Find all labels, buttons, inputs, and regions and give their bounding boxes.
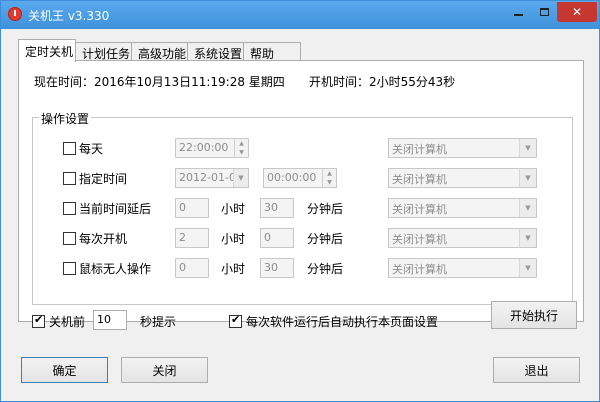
client-area: 定时关机 计划任务 高级功能 系统设置 帮助 现在时间：2016年10月13日1… [8,29,592,397]
operation-settings-group: 操作设置 每天 22:00:00 ▲ ▼ 关闭计算机 ▼ 指定时间 2012-0… [32,110,573,305]
on-boot-hours-value: 2 [179,231,186,244]
chevron-down-icon: ▼ [519,199,536,217]
main-window: 关机王 v3.330 ✕ 定时关机 计划任务 高级功能 系统设置 帮助 现在时间… [0,0,600,402]
notify-before-label: 关机前 [49,315,86,329]
minimize-button[interactable] [505,2,531,22]
maximize-icon [539,8,549,16]
chevron-down-icon: ▼ [519,229,536,247]
on-boot-checkbox[interactable] [63,232,76,245]
on-boot-minutes-unit: 分钟后 [307,232,344,246]
specific-action-select[interactable]: 关闭计算机 ▼ [388,168,537,188]
notify-seconds-input[interactable]: 10 [93,310,127,330]
specific-action-value: 关闭计算机 [392,173,447,186]
spin-up-icon: ▲ [327,170,332,177]
on-boot-hours-unit: 小时 [221,232,246,246]
chevron-down-icon: ▼ [233,169,248,187]
specific-time-spinner[interactable]: ▲ ▼ [322,169,336,187]
mouse-idle-action-select[interactable]: 关闭计算机 ▼ [388,258,537,278]
mouse-idle-hours-input[interactable]: 0 [175,258,209,278]
spin-down-icon: ▼ [239,149,244,156]
mouse-idle-minutes-value: 30 [264,261,278,274]
tab-timed-shutdown[interactable]: 定时关机 [18,39,76,62]
delay-hours-input[interactable]: 0 [175,198,209,218]
maximize-button[interactable] [531,2,557,22]
current-time-text: 现在时间：2016年10月13日11:19:28 星期四 [34,75,285,89]
window-title: 关机王 v3.330 [28,9,110,23]
specific-time-checkbox[interactable] [63,172,76,185]
delay-minutes-unit: 分钟后 [307,202,344,216]
mouse-idle-label: 鼠标无人操作 [79,262,152,276]
spin-up-icon: ▲ [239,140,244,147]
daily-time-spinner[interactable]: ▲ ▼ [234,139,248,157]
chevron-down-icon: ▼ [519,169,536,187]
notify-seconds-value: 10 [97,313,111,326]
on-boot-action-select[interactable]: 关闭计算机 ▼ [388,228,537,248]
start-button[interactable]: 开始执行 [491,301,577,329]
mouse-idle-hours-value: 0 [179,261,186,274]
mouse-idle-hours-unit: 小时 [221,262,246,276]
delay-minutes-input[interactable]: 30 [260,198,294,218]
chevron-down-icon: ▼ [519,259,536,277]
delay-label: 当前时间延后 [79,202,152,216]
delay-action-select[interactable]: 关闭计算机 ▼ [388,198,537,218]
daily-action-select[interactable]: 关闭计算机 ▼ [388,138,537,158]
title-bar[interactable]: 关机王 v3.330 ✕ [1,1,599,29]
uptime-text: 开机时间：2小时55分43秒 [309,75,456,89]
on-boot-action-value: 关闭计算机 [392,233,447,246]
daily-time-value: 22:00:00 [179,141,229,154]
specific-time-value: 00:00:00 [267,171,317,184]
close-window-button[interactable]: ✕ [557,2,597,22]
notify-before-checkbox[interactable] [32,313,45,328]
on-boot-label: 每次开机 [79,232,128,246]
autorun-label: 每次软件运行后自动执行本页面设置 [246,315,439,329]
exit-button[interactable]: 退出 [493,357,580,383]
mouse-idle-checkbox[interactable] [63,262,76,275]
on-boot-minutes-input[interactable]: 0 [260,228,294,248]
tab-panel: 现在时间：2016年10月13日11:19:28 星期四 开机时间：2小时55分… [18,60,584,330]
mouse-idle-minutes-input[interactable]: 30 [260,258,294,278]
minimize-icon [513,14,523,16]
spin-down-icon: ▼ [327,179,332,186]
delay-hours-unit: 小时 [221,202,246,216]
notify-seconds-suffix: 秒提示 [140,315,177,329]
group-title: 操作设置 [39,110,92,127]
delay-minutes-value: 30 [264,201,278,214]
mouse-idle-action-value: 关闭计算机 [392,263,447,276]
tab-help[interactable]: 帮助 [243,42,301,61]
daily-checkbox[interactable] [63,142,76,155]
ok-button[interactable]: 确定 [21,357,108,383]
on-boot-hours-input[interactable]: 2 [175,228,209,248]
tab-system-settings[interactable]: 系统设置 [187,42,244,61]
daily-label: 每天 [79,142,104,156]
delay-checkbox[interactable] [63,202,76,215]
mouse-idle-minutes-unit: 分钟后 [307,262,344,276]
close-button[interactable]: 关闭 [121,357,208,383]
on-boot-minutes-value: 0 [264,231,271,244]
delay-hours-value: 0 [179,201,186,214]
daily-action-value: 关闭计算机 [392,143,447,156]
specific-date-picker[interactable]: 2012-01-01 ▼ [175,168,249,188]
specific-time-label: 指定时间 [79,172,128,186]
close-icon: ✕ [571,5,583,19]
power-icon [8,7,22,21]
chevron-down-icon: ▼ [519,139,536,157]
delay-action-value: 关闭计算机 [392,203,447,216]
tab-scheduled-tasks[interactable]: 计划任务 [75,42,132,61]
autorun-checkbox[interactable] [229,313,242,328]
tab-advanced[interactable]: 高级功能 [131,42,188,61]
